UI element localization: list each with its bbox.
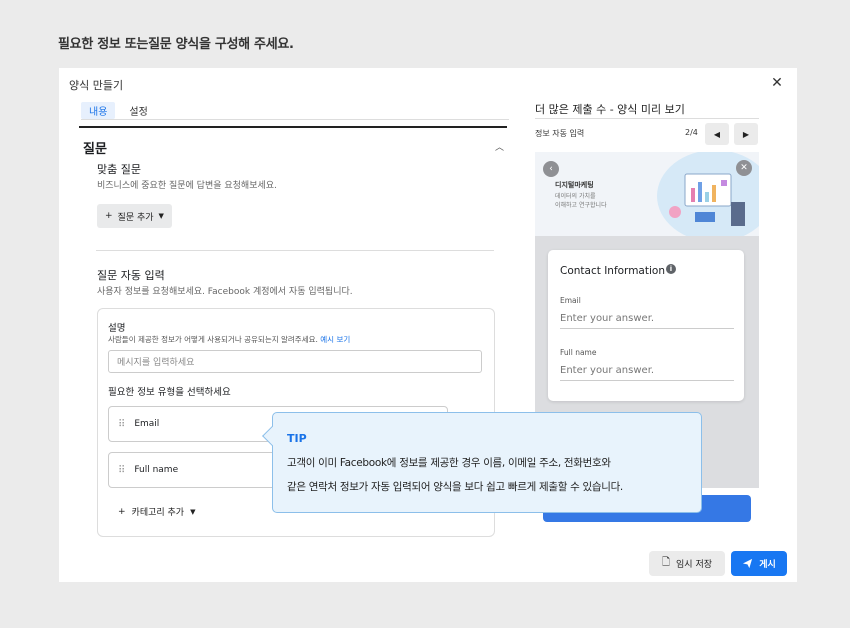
preview-field-label: Full name: [560, 348, 597, 357]
preview-pager: 2/4: [685, 128, 698, 137]
tabs-divider: [81, 119, 509, 120]
autofill-title: 질문 자동 입력: [97, 269, 165, 282]
save-draft-button[interactable]: 🗋 임시 저장: [649, 551, 725, 576]
message-input[interactable]: 메시지를 입력하세요: [108, 350, 482, 373]
tip-text-line: 같은 연락처 정보가 자동 입력되어 양식을 보다 쉽고 빠르게 제출할 수 있…: [287, 481, 623, 493]
example-link[interactable]: 예시 보기: [320, 335, 350, 344]
page-instruction: 필요한 정보 또는질문 양식을 구성해 주세요.: [58, 37, 294, 52]
preview-divider: [535, 118, 759, 119]
plus-icon: +: [105, 211, 113, 221]
modal-title: 양식 만들기: [69, 79, 124, 92]
publish-label: 게시: [759, 560, 776, 570]
close-preview-icon[interactable]: ✕: [736, 160, 752, 176]
preview-email-input[interactable]: Enter your answer.: [560, 313, 734, 329]
send-icon: [743, 558, 753, 569]
tip-text-line: 고객이 이미 Facebook에 정보를 제공한 경우 이름, 이메일 주소, …: [287, 457, 611, 469]
save-draft-label: 임시 저장: [676, 560, 713, 570]
preview-title: 더 많은 제출 수 - 양식 미리 보기: [535, 103, 685, 116]
caret-down-icon: ▼: [190, 507, 196, 516]
form-card-title: Contact Information: [560, 265, 665, 277]
section-title-questions: 질문: [83, 142, 107, 157]
custom-question-desc: 비즈니스에 중요한 질문에 답변을 요청해보세요.: [97, 181, 277, 191]
drag-handle-icon[interactable]: ⠿: [118, 465, 125, 476]
plus-icon: +: [118, 506, 126, 517]
tip-title: TIP: [287, 432, 307, 445]
back-icon[interactable]: ‹: [543, 161, 559, 177]
description-help-text: 사람들이 제공한 정보가 어떻게 사용되거나 공유되는지 알려주세요.: [108, 335, 318, 344]
tab-content[interactable]: 내용: [81, 102, 116, 119]
banner-title: 디지털마케팅: [555, 181, 594, 189]
tab-settings[interactable]: 설정: [121, 102, 155, 119]
preview-banner: 디지털마케팅 데이터의 가치를 이해하고 연구합니다 ‹ ✕: [535, 152, 759, 236]
autofill-desc: 사용자 정보를 요청해보세요. Facebook 계정에서 자동 입력됩니다.: [97, 287, 353, 297]
preview-subtitle: 정보 자동 입력: [535, 129, 585, 138]
caret-down-icon: ▼: [158, 212, 164, 220]
publish-button[interactable]: 게시: [731, 551, 787, 576]
drag-handle-icon[interactable]: ⠿: [118, 419, 125, 430]
chevron-up-icon[interactable]: ︿: [495, 140, 504, 153]
add-category-label: 카테고리 추가: [131, 508, 185, 518]
custom-question-title: 맞춤 질문: [97, 163, 141, 176]
add-question-button[interactable]: + 질문 추가 ▼: [97, 204, 172, 228]
tip-callout: TIP 고객이 이미 Facebook에 정보를 제공한 경우 이름, 이메일 …: [262, 412, 702, 513]
prev-arrow-icon: ◀: [713, 129, 721, 139]
next-arrow-icon: ▶: [742, 129, 750, 139]
preview-full-name-input[interactable]: Enter your answer.: [560, 365, 734, 381]
document-icon: 🗋: [661, 557, 671, 568]
field-row-label: Email: [134, 419, 160, 429]
banner-line: 데이터의 가치를: [555, 193, 596, 200]
description-help: 사람들이 제공한 정보가 어떻게 사용되거나 공유되는지 알려주세요. 예시 보…: [108, 334, 350, 345]
preview-form-card: Contact Information i Email Enter your a…: [548, 250, 744, 401]
description-label: 설명: [108, 323, 126, 334]
next-page-button[interactable]: ▶: [734, 123, 758, 145]
section-divider: [79, 126, 507, 128]
add-category-button[interactable]: + 카테고리 추가 ▼: [118, 505, 196, 519]
tab-bar: 내용 설정: [81, 102, 162, 119]
info-type-label: 필요한 정보 유형을 선택하세요: [108, 387, 231, 398]
banner-line: 이해하고 연구합니다: [555, 202, 607, 209]
info-icon: i: [666, 264, 676, 274]
preview-field-label: Email: [560, 296, 581, 305]
close-icon[interactable]: ✕: [769, 75, 785, 91]
form-builder-modal: 양식 만들기 ✕ 내용 설정 질문 ︿ 맞춤 질문 비즈니스에 중요한 질문에 …: [59, 68, 797, 582]
prev-page-button[interactable]: ◀: [705, 123, 729, 145]
section-separator: [96, 250, 494, 251]
add-question-label: 질문 추가: [117, 212, 154, 223]
field-row-label: Full name: [134, 465, 179, 475]
